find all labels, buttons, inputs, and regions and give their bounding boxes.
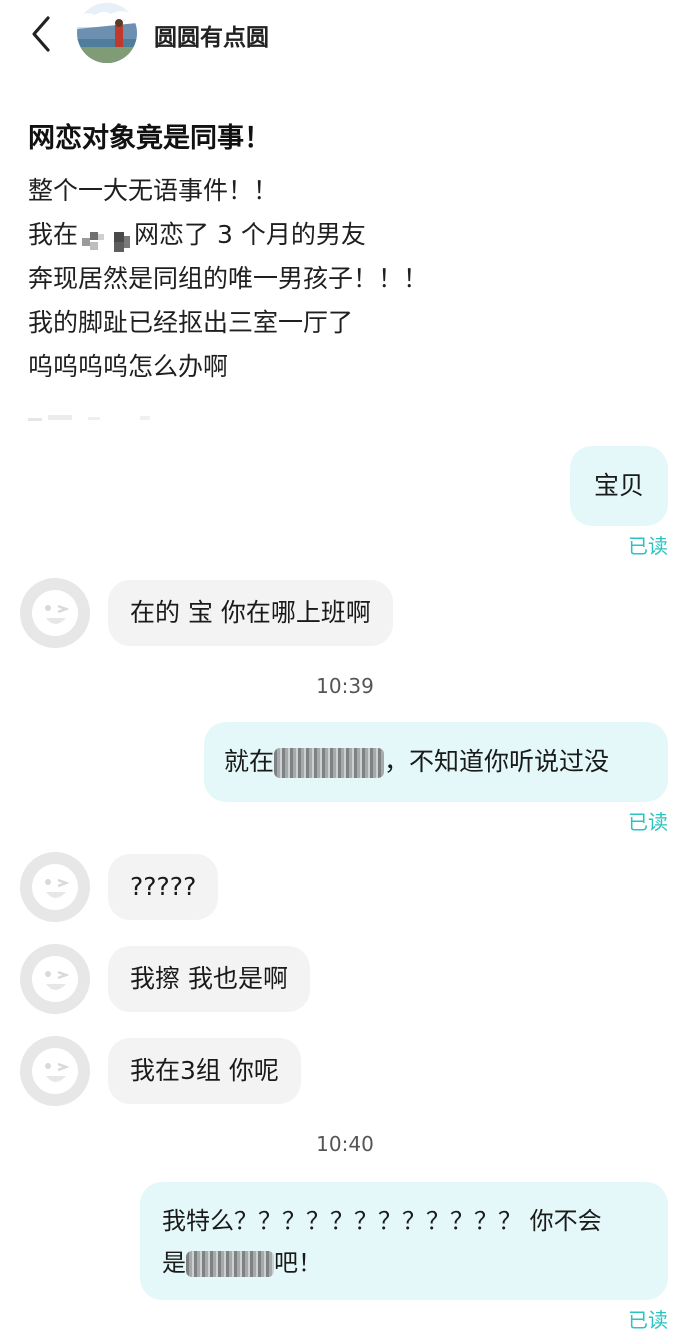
timestamp: 10:39 xyxy=(316,674,374,698)
avatar-wink-icon[interactable] xyxy=(20,578,90,648)
message-bubble-other[interactable]: ????? xyxy=(108,854,219,920)
post-line-suffix: 网恋了 3 个月的男友 xyxy=(134,220,366,249)
blurred-redaction xyxy=(186,1251,274,1277)
avatar-wink-icon[interactable] xyxy=(20,944,90,1014)
message-text: 在的 宝 你在哪上班啊 xyxy=(130,598,371,627)
post-title: 网恋对象竟是同事！ xyxy=(28,123,271,154)
message-text-prefix: 是 xyxy=(162,1249,186,1277)
message-text-line: 是 吧！ xyxy=(162,1242,648,1284)
message-text: 宝贝 xyxy=(593,471,644,500)
message-text: 我擦 我也是啊 xyxy=(130,964,288,993)
post-line: 我的脚趾已经抠出三室一厅了 xyxy=(28,308,354,337)
timestamp: 10:40 xyxy=(316,1132,374,1156)
chevron-left-icon[interactable] xyxy=(26,14,56,54)
faded-text-fragment xyxy=(28,415,150,421)
post-line: 整个一大无语事件！！ xyxy=(28,176,279,205)
message-bubble-self[interactable]: 宝贝 xyxy=(570,446,668,526)
read-receipt: 已读 xyxy=(628,534,668,558)
post-line-prefix: 我在 xyxy=(28,220,79,249)
avatar[interactable] xyxy=(77,3,137,63)
post-line: 我在 网恋了 3 个月的男友 xyxy=(28,213,668,257)
message-bubble-other[interactable]: 我在3组 你呢 xyxy=(108,1038,301,1104)
read-receipt: 已读 xyxy=(628,810,668,834)
message-text-suffix: 吧！ xyxy=(274,1249,322,1277)
message-text-prefix: 就在 xyxy=(224,747,275,776)
message-bubble-other[interactable]: 在的 宝 你在哪上班啊 xyxy=(108,580,393,646)
message-text: 我在3组 你呢 xyxy=(130,1056,279,1085)
shared-post[interactable]: 网恋对象竟是同事！ 整个一大无语事件！！ 我在 网恋了 3 个月的男友 奔现居然… xyxy=(28,116,668,389)
message-text-line: 我特么？？？？？？？？？？？？ 你不会 xyxy=(162,1207,602,1235)
message-bubble-self[interactable]: 就在 ，不知道你听说过没 xyxy=(204,722,668,802)
blurred-redaction xyxy=(274,748,385,778)
mosaic-redaction xyxy=(80,224,132,252)
read-receipt: 已读 xyxy=(628,1308,668,1332)
username[interactable]: 圆圆有点圆 xyxy=(154,18,269,52)
avatar-wink-icon[interactable] xyxy=(20,1036,90,1106)
message-bubble-self[interactable]: 我特么？？？？？？？？？？？？ 你不会 是 吧！ xyxy=(140,1182,668,1300)
message-text-suffix: ，不知道你听说过没 xyxy=(384,747,610,776)
post-line: 奔现居然是同组的唯一男孩子！！！ xyxy=(28,264,429,293)
message-bubble-other[interactable]: 我擦 我也是啊 xyxy=(108,946,310,1012)
chat-header: 圆圆有点圆 xyxy=(0,0,690,66)
avatar-wink-icon[interactable] xyxy=(20,852,90,922)
avatar-image xyxy=(77,3,137,63)
post-line: 呜呜呜呜怎么办啊 xyxy=(28,352,229,381)
message-text: ????? xyxy=(130,872,197,901)
